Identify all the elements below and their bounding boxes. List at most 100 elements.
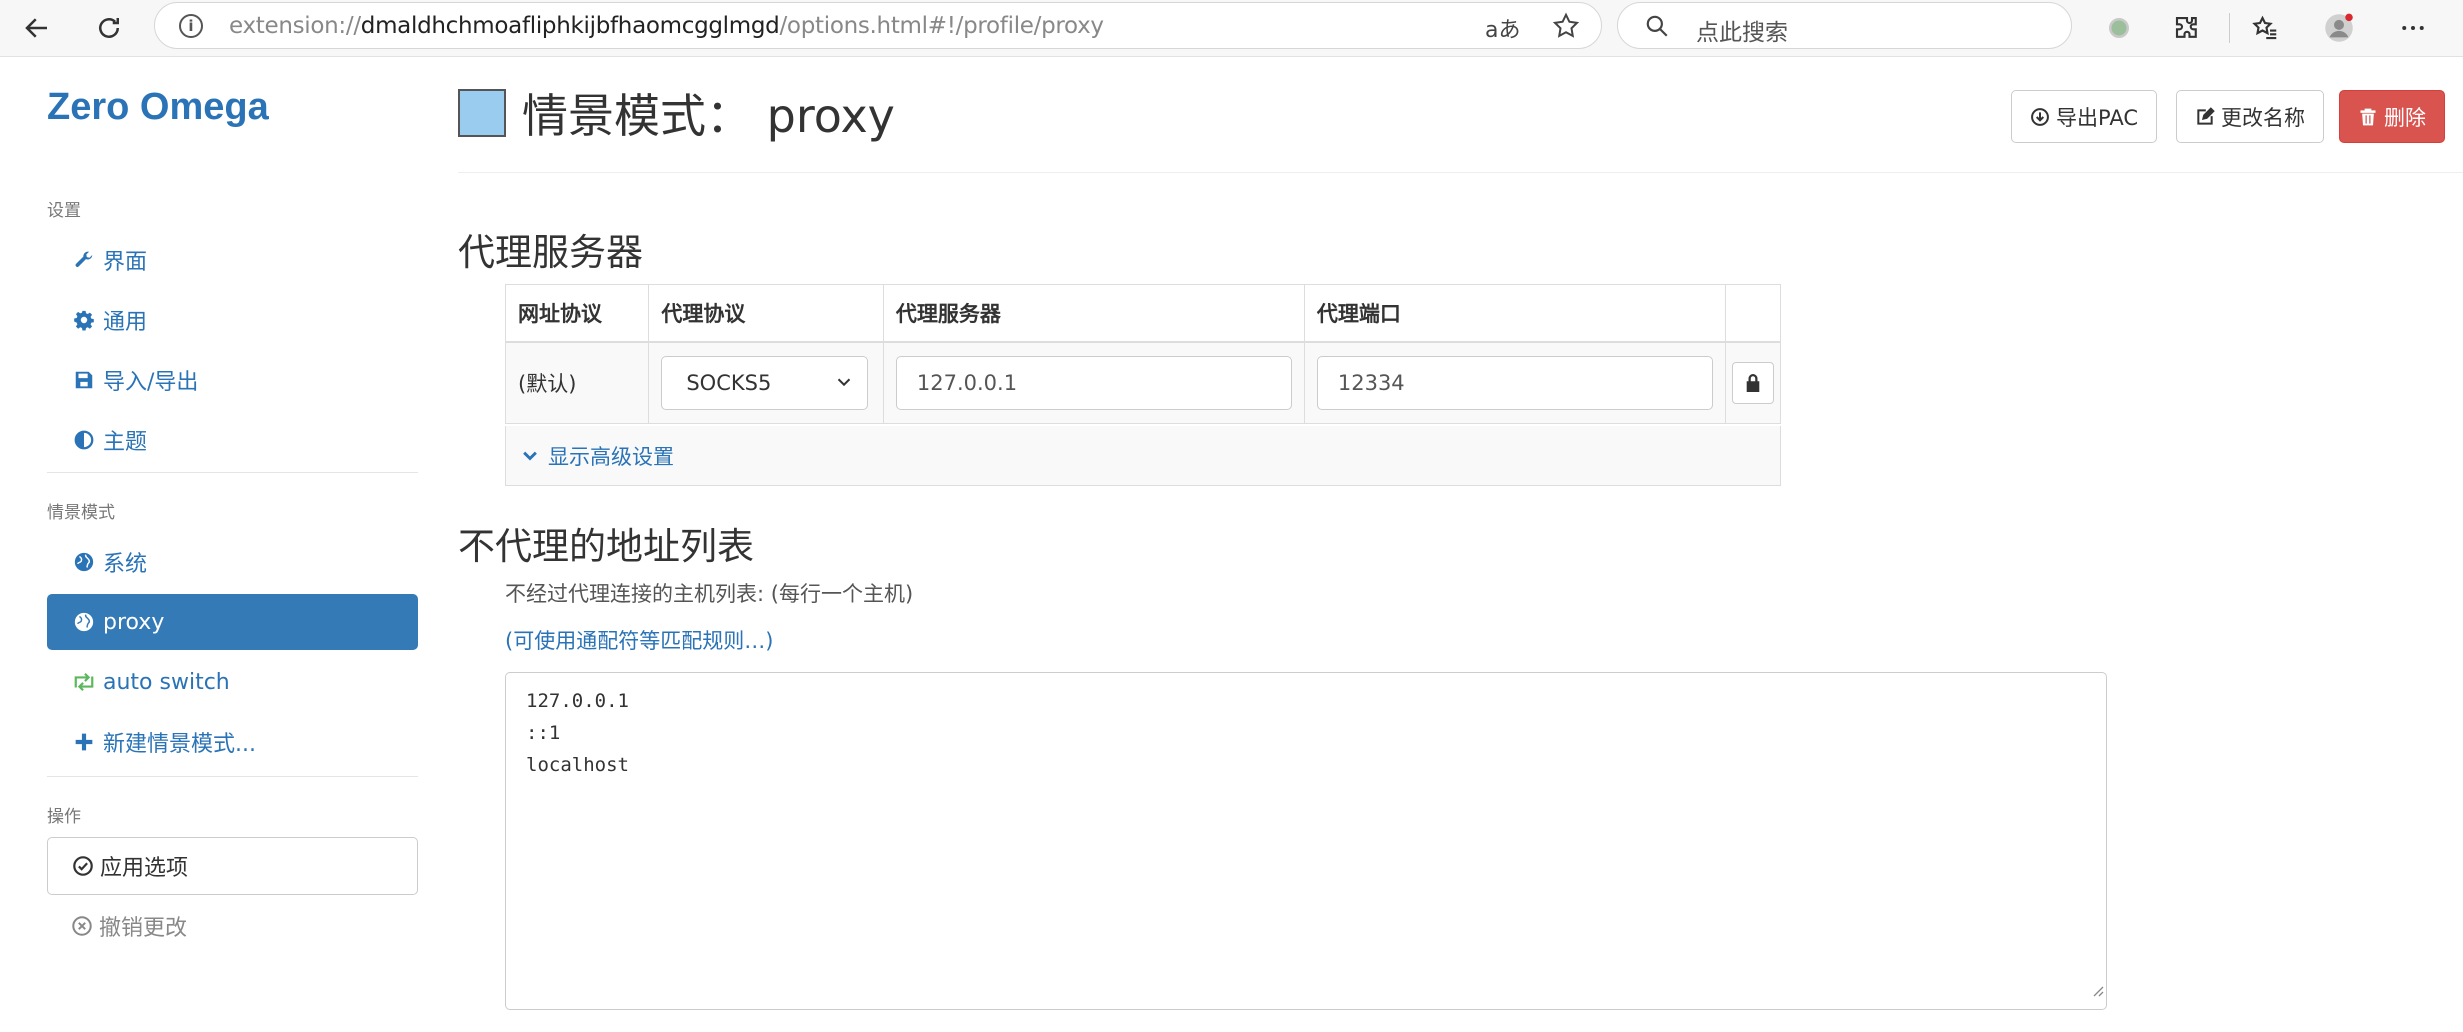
sidebar-item-proxy[interactable]: proxy (47, 594, 418, 650)
globe-icon (71, 609, 97, 635)
revert-changes-button[interactable]: 撤销更改 (47, 898, 418, 954)
protocol-select[interactable]: SOCKS5 (661, 355, 869, 410)
info-icon[interactable]: i (179, 14, 203, 38)
sidebar-item-system[interactable]: 系统 (47, 534, 418, 590)
actions-header: 操作 (47, 807, 81, 827)
apply-options-label: 应用选项 (100, 856, 189, 881)
sidebar-item-label: 界面 (103, 250, 148, 275)
actions-cell (1724, 341, 1782, 424)
bypass-help-text: 不经过代理连接的主机列表: (每行一个主机) (505, 582, 914, 606)
settings-header: 设置 (47, 201, 81, 221)
export-pac-button[interactable]: 导出PAC (2011, 90, 2157, 143)
trash-icon (2358, 107, 2378, 127)
browser-toolbar: i extension://dmaldhchmoafliphkijbfhaomc… (0, 0, 2463, 57)
sidebar-divider (47, 472, 418, 473)
bypass-list-title: 不代理的地址列表 (458, 525, 754, 568)
profile-avatar-icon[interactable] (2318, 7, 2360, 49)
column-header-protocol: 代理协议 (648, 284, 884, 343)
page-title: 情景模式： proxy (458, 80, 895, 146)
extension-status-icon[interactable] (2098, 7, 2140, 49)
search-icon (1644, 13, 1670, 43)
main-content: 情景模式： proxy 导出PAC 更改名称 删除 代理服务器 网址协议 代理协… (458, 58, 2463, 1032)
sidebar-item-label: 导入/导出 (103, 370, 199, 395)
floppy-icon (71, 367, 97, 393)
sidebar-item-theme[interactable]: 主题 (47, 412, 418, 468)
sidebar-divider (47, 776, 418, 777)
proxy-port-input[interactable]: 12334 (1316, 355, 1713, 410)
profile-color-swatch[interactable] (458, 89, 506, 137)
wrench-icon (71, 247, 97, 273)
favorite-star-icon[interactable] (1551, 11, 1581, 45)
address-bar[interactable]: i extension://dmaldhchmoafliphkijbfhaomc… (154, 2, 1602, 49)
table-row: (默认) SOCKS5 127.0.0.1 12334 (504, 341, 1782, 424)
proxy-servers-title: 代理服务器 (458, 231, 643, 274)
protocol-select-value: SOCKS5 (686, 370, 772, 395)
arrow-left-icon (25, 18, 47, 38)
protocol-cell: SOCKS5 (648, 341, 884, 424)
sidebar: Zero Omega 设置 界面 通用 导入/导出 主题 情景模式 系统 pro… (0, 58, 450, 1032)
table-header-row: 网址协议 代理协议 代理服务器 代理端口 (504, 284, 1782, 343)
sidebar-item-label: 新建情景模式... (103, 732, 256, 757)
sidebar-item-label: 主题 (103, 430, 148, 455)
server-cell: 127.0.0.1 (882, 341, 1305, 424)
back-button[interactable] (16, 7, 58, 49)
rename-profile-button[interactable]: 更改名称 (2176, 90, 2324, 143)
sidebar-item-label: 系统 (103, 552, 148, 577)
brand-logo[interactable]: Zero Omega (47, 86, 269, 129)
sidebar-item-general[interactable]: 通用 (47, 292, 418, 348)
gear-icon (71, 307, 97, 333)
proxy-servers-table: 网址协议 代理协议 代理服务器 代理端口 (默认) SOCKS5 127.0.0… (504, 284, 1782, 424)
url-text[interactable]: extension://dmaldhchmoafliphkijbfhaomcgg… (229, 13, 1104, 39)
favorites-icon[interactable] (2244, 7, 2286, 49)
lock-icon (1744, 373, 1762, 393)
bypass-list-textarea[interactable]: 127.0.0.1 ::1 localhost (505, 672, 2107, 1010)
delete-label: 删除 (2384, 105, 2426, 130)
show-advanced-label: 显示高级设置 (548, 444, 674, 469)
proxy-server-input[interactable]: 127.0.0.1 (895, 355, 1292, 410)
header-divider (458, 172, 2463, 173)
lock-button[interactable] (1731, 361, 1774, 404)
extensions-puzzle-icon[interactable] (2166, 7, 2208, 49)
export-pac-label: 导出PAC (2056, 105, 2138, 130)
page-title-text: 情景模式： proxy (522, 89, 895, 143)
sidebar-item-auto-switch[interactable]: auto switch (47, 654, 418, 710)
sidebar-item-import-export[interactable]: 导入/导出 (47, 352, 418, 408)
download-circle-icon (2030, 107, 2050, 127)
column-header-port: 代理端口 (1303, 284, 1726, 343)
close-circle-icon (71, 915, 93, 937)
show-advanced-toggle[interactable]: 显示高级设置 (505, 426, 1781, 486)
reload-icon (99, 18, 119, 38)
sidebar-item-label: 通用 (103, 310, 148, 335)
toolbar-divider (2229, 13, 2230, 43)
read-aloud-icon[interactable]: aあ (1485, 12, 1520, 44)
scheme-cell: (默认) (504, 341, 650, 424)
sidebar-item-label: auto switch (103, 669, 230, 695)
column-header-server: 代理服务器 (882, 284, 1305, 343)
contrast-icon (71, 427, 97, 453)
reload-button[interactable] (88, 7, 130, 49)
delete-profile-button[interactable]: 删除 (2339, 90, 2445, 143)
retweet-icon (71, 669, 97, 695)
search-placeholder: 点此搜索 (1696, 20, 1788, 46)
profiles-header: 情景模式 (47, 503, 115, 523)
chevron-down-icon (520, 446, 540, 466)
check-circle-icon (72, 855, 94, 877)
column-header-scheme: 网址协议 (504, 284, 650, 343)
sidebar-item-interface[interactable]: 界面 (47, 232, 418, 288)
wildcard-rules-link[interactable]: (可使用通配符等匹配规则…) (505, 625, 773, 655)
apply-options-button[interactable]: 应用选项 (47, 837, 418, 895)
more-menu-icon[interactable] (2392, 7, 2434, 49)
sidebar-item-new-profile[interactable]: 新建情景模式... (47, 714, 418, 770)
browser-search-box[interactable]: 点此搜索 (1617, 2, 2072, 49)
plus-icon (71, 729, 97, 755)
port-cell: 12334 (1303, 341, 1726, 424)
sidebar-item-label: proxy (103, 609, 165, 635)
chevron-down-icon (833, 371, 855, 398)
revert-changes-label: 撤销更改 (99, 916, 188, 941)
bypass-list-content: 127.0.0.1 ::1 localhost (526, 690, 629, 776)
column-header-actions (1724, 284, 1782, 343)
globe-icon (71, 549, 97, 575)
edit-icon (2195, 106, 2215, 127)
resize-grip-icon[interactable] (2090, 975, 2104, 1007)
rename-label: 更改名称 (2221, 105, 2305, 130)
